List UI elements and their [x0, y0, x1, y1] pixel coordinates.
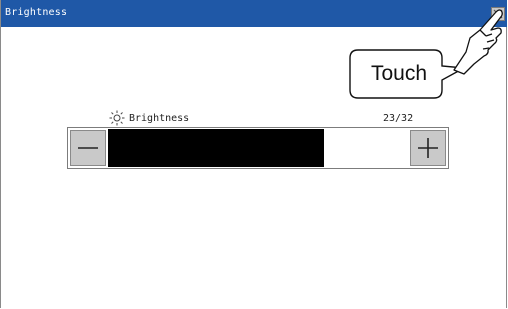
sun-icon	[109, 110, 125, 126]
brightness-label: Brightness	[129, 113, 190, 124]
window-title: Brightness	[5, 7, 68, 18]
minus-icon	[78, 147, 98, 149]
brightness-fill	[108, 129, 324, 167]
plus-icon	[418, 138, 438, 158]
brightness-track[interactable]	[108, 129, 408, 167]
brightness-level-text: 23/32	[383, 113, 414, 124]
decrease-brightness-button[interactable]	[70, 130, 106, 166]
increase-brightness-button[interactable]	[410, 130, 446, 166]
brightness-slider	[67, 127, 449, 169]
brightness-window: Brightness Brightness 23/32 Touch	[0, 0, 507, 308]
touch-callout	[349, 9, 503, 99]
pointing-hand-icon	[453, 9, 503, 75]
touch-label: Touch	[371, 62, 428, 85]
